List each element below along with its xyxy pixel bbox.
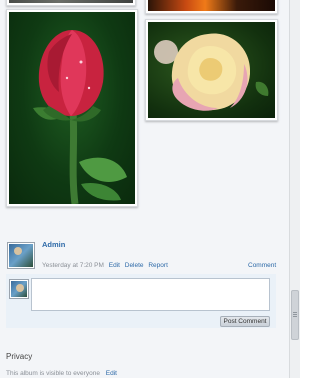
author-avatar[interactable] [7,242,35,269]
composer-avatar [9,279,29,299]
privacy-info: This album is visible to everyone Edit [6,370,117,377]
album-page: Admin Yesterday at 7:20 PM Edit Delete R… [0,0,289,378]
comment-link[interactable]: Comment [248,262,276,269]
scrollbar-grip-icon [293,312,297,318]
yellow-rose-image [154,33,269,111]
red-rosebud-image [33,30,127,204]
post-meta: Yesterday at 7:20 PM Edit Delete Report [42,262,168,269]
post-comment-button[interactable]: Post Comment [220,316,270,327]
post-timestamp: Yesterday at 7:20 PM [42,262,104,269]
privacy-description: This album is visible to everyone [6,370,100,377]
album-photo-yellow-rose[interactable] [145,19,278,121]
album-photo-thumbnail[interactable] [6,0,136,6]
vertical-scrollbar[interactable] [289,0,300,378]
album-photo-red-rosebud[interactable] [6,9,138,207]
report-link[interactable]: Report [148,262,168,269]
scrollbar-thumb[interactable] [291,290,299,340]
delete-link[interactable]: Delete [125,262,144,269]
comment-textarea[interactable] [31,278,270,311]
album-photo-thumbnail[interactable] [145,0,278,14]
author-name-link[interactable]: Admin [42,240,65,249]
privacy-edit-link[interactable]: Edit [106,370,117,377]
privacy-heading: Privacy [6,352,33,361]
edit-link[interactable]: Edit [109,262,120,269]
